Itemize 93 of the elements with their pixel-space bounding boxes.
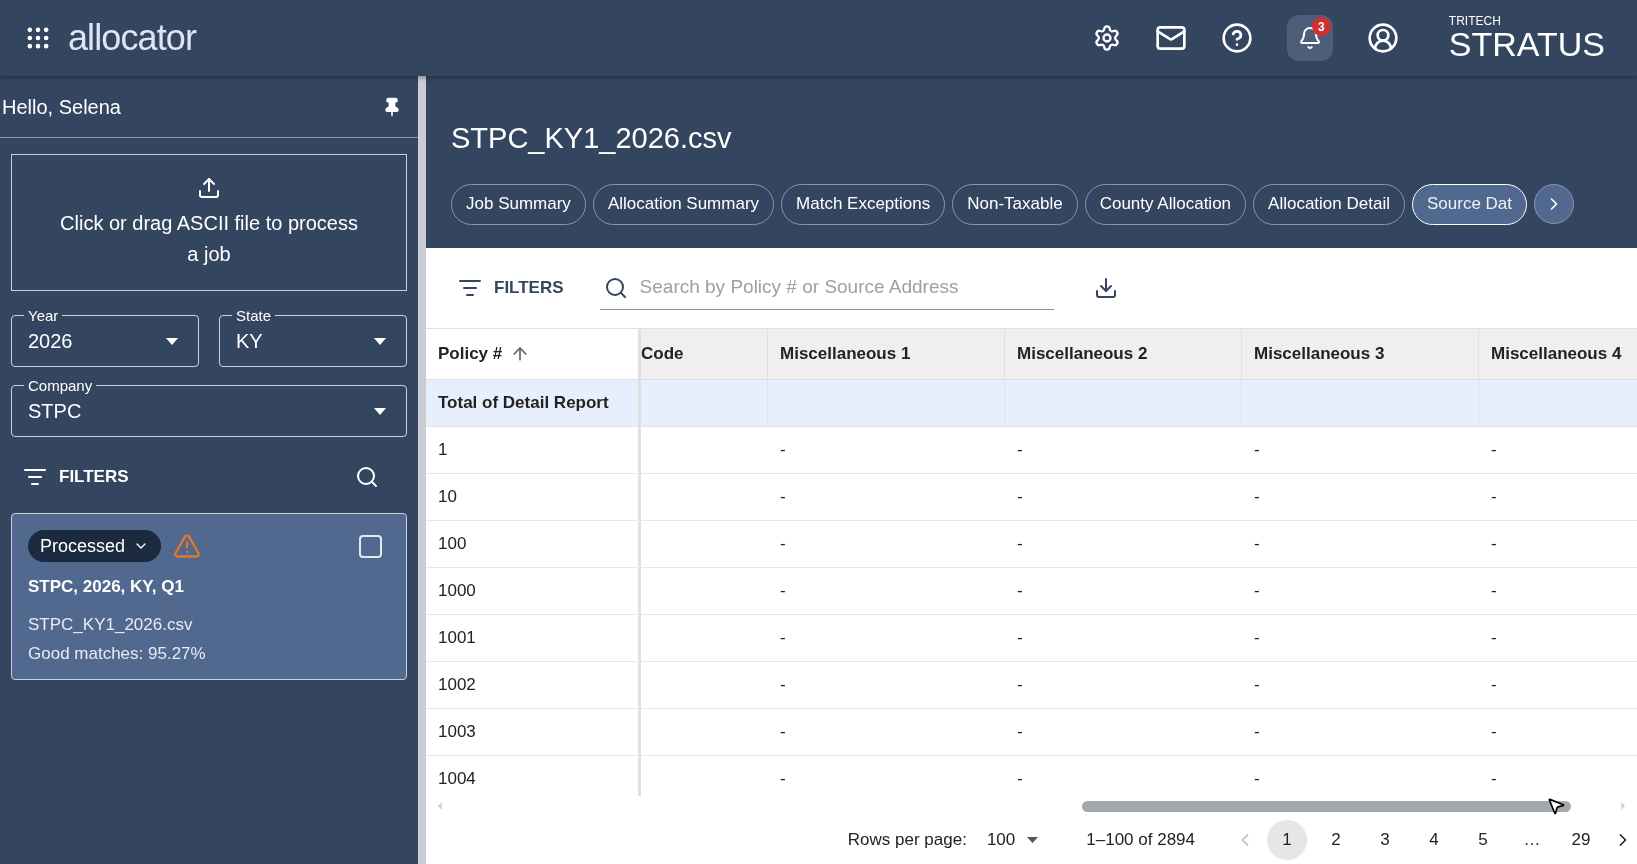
column-header[interactable]: Miscellaneous 1 xyxy=(768,329,1005,379)
table-cell-text: - xyxy=(1254,486,1260,509)
brand-logo: STRATUS xyxy=(1448,27,1605,61)
table-cell-text: - xyxy=(1017,533,1023,556)
notification-badge: 3 xyxy=(1311,17,1331,36)
table-cell-text: - xyxy=(1017,627,1023,650)
table-cell-text: - xyxy=(1017,721,1023,744)
dropdown-caret-icon xyxy=(166,337,178,345)
table-cell-text: - xyxy=(1017,580,1023,603)
page-button[interactable]: 1 xyxy=(1267,820,1307,860)
table-cell-text: 10 xyxy=(438,486,457,509)
scroll-tabs-right-button[interactable] xyxy=(1534,184,1574,224)
table-cell-text: - xyxy=(1491,533,1497,556)
table-cell-text: 1002 xyxy=(438,674,476,697)
table-cell-text: 1004 xyxy=(438,768,476,791)
table-cell-text: - xyxy=(780,533,786,556)
page-button[interactable]: 2 xyxy=(1316,820,1356,860)
table-cell-text: - xyxy=(780,721,786,744)
table-cell-text: - xyxy=(780,768,786,791)
table-cell-text: 1 xyxy=(438,439,448,462)
horizontal-scrollbar-thumb[interactable] xyxy=(1082,801,1571,812)
table-cell-text: - xyxy=(1491,627,1497,650)
table-cell-text: - xyxy=(1491,768,1497,791)
rows-per-page-label: Rows per page: xyxy=(847,829,967,852)
notifications-button[interactable]: 3 xyxy=(1286,15,1333,61)
upload-dropzone[interactable]: Click or drag ASCII file to process a job xyxy=(11,154,407,291)
table-cell-text: 100 xyxy=(438,533,467,556)
table-cell-text: - xyxy=(1017,674,1023,697)
job-title: STPC, 2026, KY, Q1 xyxy=(28,576,185,598)
field-value: 2026 xyxy=(28,329,73,354)
table-cell-text: - xyxy=(1491,580,1497,603)
table-cell-text: - xyxy=(1254,674,1260,697)
search-icon xyxy=(603,275,628,300)
app-logo: allocator xyxy=(68,16,196,60)
table-cell-text: - xyxy=(1017,486,1023,509)
settings-icon[interactable] xyxy=(1092,24,1121,52)
table-cell-text: - xyxy=(1254,721,1260,744)
search-icon[interactable] xyxy=(355,465,379,489)
search-field[interactable]: Search by Policy # or Source Address xyxy=(639,273,1050,302)
report-title: STPC_KY1_2026.csv xyxy=(451,121,733,156)
total-row-label: Total of Detail Report xyxy=(426,380,641,426)
page-button[interactable]: 29 xyxy=(1561,820,1601,860)
page-button[interactable]: 3 xyxy=(1365,820,1405,860)
mouse-cursor-icon xyxy=(1546,796,1566,816)
table-cell-text: - xyxy=(780,627,786,650)
page-button[interactable]: 4 xyxy=(1414,820,1454,860)
table-cell-text: 1003 xyxy=(438,721,476,744)
field-value: KY xyxy=(236,329,263,354)
table-cell-text: - xyxy=(1254,439,1260,462)
column-header[interactable]: Miscellaneous 2 xyxy=(1005,329,1242,379)
page-button[interactable]: 5 xyxy=(1463,820,1503,860)
table-cell-text: 1000 xyxy=(438,580,476,603)
table-cell-text: - xyxy=(1254,533,1260,556)
download-icon[interactable] xyxy=(1093,276,1118,300)
job-matches: Good matches: 95.27% xyxy=(28,643,207,665)
table-cell-text: - xyxy=(1254,580,1260,603)
dropdown-caret-icon xyxy=(1027,837,1039,843)
report-tab[interactable]: Source Dat xyxy=(1411,183,1527,225)
page-button[interactable]: … xyxy=(1512,820,1552,860)
table-cell-text: 1001 xyxy=(438,627,476,650)
table-cell-text: - xyxy=(1254,627,1260,650)
job-checkbox[interactable] xyxy=(359,534,382,558)
table-cell-text: - xyxy=(780,580,786,603)
filters-button[interactable]: FILTERS xyxy=(23,464,129,490)
column-header[interactable]: Policy # xyxy=(426,329,641,379)
column-header[interactable]: Miscellaneous 4 xyxy=(1479,329,1637,379)
field-value: STPC xyxy=(28,399,82,424)
table-cell-text: - xyxy=(1017,439,1023,462)
table-cell-text: - xyxy=(1017,768,1023,791)
rows-per-page-select[interactable]: 100 xyxy=(986,827,1039,853)
table-cell-text: - xyxy=(780,674,786,697)
brand-subtitle: TRITECH xyxy=(1448,15,1502,27)
table-cell-text: - xyxy=(1254,768,1260,791)
page-range: 1–100 of 2894 xyxy=(1086,829,1195,852)
table-cell-text: - xyxy=(1491,486,1497,509)
dropdown-caret-icon xyxy=(374,337,386,345)
pin-icon[interactable] xyxy=(382,96,402,117)
account-icon[interactable] xyxy=(1366,22,1399,54)
table-cell-text: - xyxy=(1491,439,1497,462)
table-cell-text: - xyxy=(780,486,786,509)
upload-icon xyxy=(197,175,221,200)
table-cell-text: - xyxy=(1491,674,1497,697)
job-file: STPC_KY1_2026.csv xyxy=(28,613,194,636)
table-cell-text: - xyxy=(780,439,786,462)
dropdown-caret-icon xyxy=(374,407,386,415)
greeting: Hello, Selena xyxy=(2,94,121,120)
status-dropdown[interactable]: Processed xyxy=(28,530,162,562)
table-cell-text: - xyxy=(1491,721,1497,744)
job-card[interactable]: Processed STPC, 2026, KY, Q1 STPC_KY1_2026.csv Good matches: 95.27% xyxy=(11,513,407,680)
column-header[interactable]: Code xyxy=(641,329,768,379)
column-header[interactable]: Miscellaneous 3 xyxy=(1242,329,1479,379)
filters-button[interactable]: FILTERS xyxy=(458,275,564,301)
help-icon[interactable] xyxy=(1220,22,1253,54)
